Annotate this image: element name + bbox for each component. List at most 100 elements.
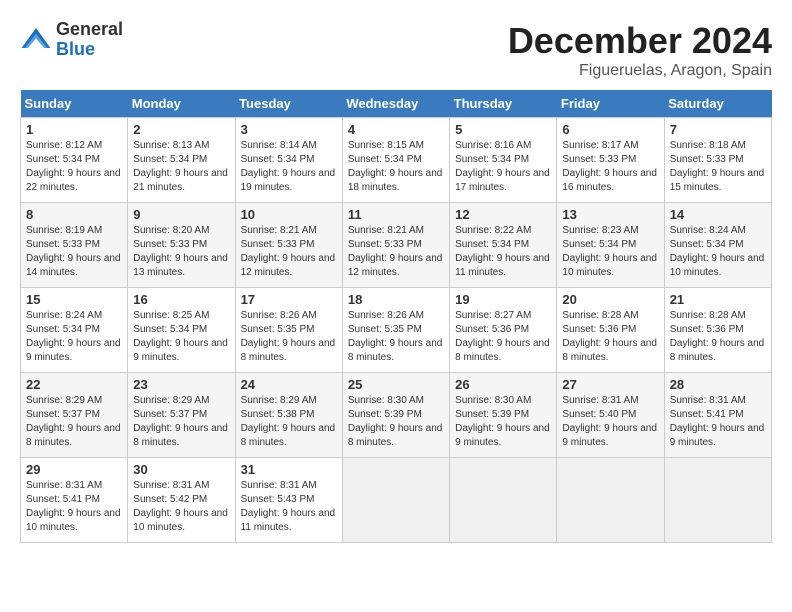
day-number: 24 bbox=[241, 377, 337, 392]
calendar-cell: 11 Sunrise: 8:21 AMSunset: 5:33 PMDayligh… bbox=[342, 203, 449, 288]
day-number: 5 bbox=[455, 122, 551, 137]
day-number: 11 bbox=[348, 207, 444, 222]
day-info: Sunrise: 8:23 AMSunset: 5:34 PMDaylight:… bbox=[562, 224, 658, 280]
day-number: 30 bbox=[133, 462, 229, 477]
day-info: Sunrise: 8:22 AMSunset: 5:34 PMDaylight:… bbox=[455, 224, 551, 280]
day-info: Sunrise: 8:31 AMSunset: 5:41 PMDaylight:… bbox=[670, 394, 766, 450]
day-info: Sunrise: 8:24 AMSunset: 5:34 PMDaylight:… bbox=[26, 309, 122, 365]
calendar-cell: 17Sunrise: 8:26 AMSunset: 5:35 PMDayligh… bbox=[235, 288, 342, 373]
day-number: 7 bbox=[670, 122, 766, 137]
calendar-cell bbox=[664, 458, 771, 543]
day-number: 1 bbox=[26, 122, 122, 137]
day-info: Sunrise: 8:13 AMSunset: 5:34 PMDaylight:… bbox=[133, 139, 229, 195]
day-info: Sunrise: 8:21 AMSunset: 5:33 PMDaylight:… bbox=[241, 224, 337, 280]
day-info: Sunrise: 8:31 AMSunset: 5:43 PMDaylight:… bbox=[241, 479, 337, 535]
day-number: 8 bbox=[26, 207, 122, 222]
header: General Blue December 2024 Figueruelas, … bbox=[20, 20, 772, 80]
day-info: Sunrise: 8:31 AMSunset: 5:42 PMDaylight:… bbox=[133, 479, 229, 535]
day-number: 15 bbox=[26, 292, 122, 307]
day-info: Sunrise: 8:15 AMSunset: 5:34 PMDaylight:… bbox=[348, 139, 444, 195]
calendar-cell: 24 Sunrise: 8:29 AMSunset: 5:38 PMDayligh… bbox=[235, 373, 342, 458]
day-info: Sunrise: 8:31 AMSunset: 5:41 PMDaylight:… bbox=[26, 479, 122, 535]
logo: General Blue bbox=[20, 20, 123, 60]
calendar-cell: 15 Sunrise: 8:24 AMSunset: 5:34 PMDayligh… bbox=[21, 288, 128, 373]
day-info: Sunrise: 8:28 AMSunset: 5:36 PMDaylight:… bbox=[562, 309, 658, 365]
day-number: 21 bbox=[670, 292, 766, 307]
calendar-cell: 14 Sunrise: 8:24 AMSunset: 5:34 PMDayligh… bbox=[664, 203, 771, 288]
calendar-cell: 22Sunrise: 8:29 AMSunset: 5:37 PMDayligh… bbox=[21, 373, 128, 458]
day-number: 25 bbox=[348, 377, 444, 392]
day-info: Sunrise: 8:28 AMSunset: 5:36 PMDaylight:… bbox=[670, 309, 766, 365]
day-info: Sunrise: 8:27 AMSunset: 5:36 PMDaylight:… bbox=[455, 309, 551, 365]
day-number: 6 bbox=[562, 122, 658, 137]
day-number: 27 bbox=[562, 377, 658, 392]
logo-blue-text: Blue bbox=[56, 40, 123, 60]
day-number: 9 bbox=[133, 207, 229, 222]
day-number: 26 bbox=[455, 377, 551, 392]
day-info: Sunrise: 8:14 AMSunset: 5:34 PMDaylight:… bbox=[241, 139, 337, 195]
day-header-wednesday: Wednesday bbox=[342, 90, 449, 118]
calendar-cell: 12 Sunrise: 8:22 AMSunset: 5:34 PMDayligh… bbox=[450, 203, 557, 288]
day-number: 14 bbox=[670, 207, 766, 222]
day-number: 20 bbox=[562, 292, 658, 307]
title-area: December 2024 Figueruelas, Aragon, Spain bbox=[508, 20, 772, 80]
calendar-cell: 27Sunrise: 8:31 AMSunset: 5:40 PMDayligh… bbox=[557, 373, 664, 458]
calendar-cell: 26 Sunrise: 8:30 AMSunset: 5:39 PMDayligh… bbox=[450, 373, 557, 458]
calendar-cell: 4 Sunrise: 8:15 AMSunset: 5:34 PMDaylight… bbox=[342, 118, 449, 203]
day-info: Sunrise: 8:24 AMSunset: 5:34 PMDaylight:… bbox=[670, 224, 766, 280]
day-header-tuesday: Tuesday bbox=[235, 90, 342, 118]
calendar-cell: 10Sunrise: 8:21 AMSunset: 5:33 PMDayligh… bbox=[235, 203, 342, 288]
calendar-cell bbox=[557, 458, 664, 543]
month-title: December 2024 bbox=[508, 20, 772, 62]
day-info: Sunrise: 8:19 AMSunset: 5:33 PMDaylight:… bbox=[26, 224, 122, 280]
calendar-cell: 20 Sunrise: 8:28 AMSunset: 5:36 PMDayligh… bbox=[557, 288, 664, 373]
calendar-cell: 1Sunrise: 8:12 AMSunset: 5:34 PMDaylight… bbox=[21, 118, 128, 203]
day-number: 18 bbox=[348, 292, 444, 307]
day-number: 19 bbox=[455, 292, 551, 307]
day-number: 13 bbox=[562, 207, 658, 222]
day-info: Sunrise: 8:17 AMSunset: 5:33 PMDaylight:… bbox=[562, 139, 658, 195]
calendar-cell bbox=[450, 458, 557, 543]
day-number: 16 bbox=[133, 292, 229, 307]
calendar-cell: 28 Sunrise: 8:31 AMSunset: 5:41 PMDayligh… bbox=[664, 373, 771, 458]
day-info: Sunrise: 8:29 AMSunset: 5:37 PMDaylight:… bbox=[133, 394, 229, 450]
day-number: 12 bbox=[455, 207, 551, 222]
calendar-cell: 23 Sunrise: 8:29 AMSunset: 5:37 PMDayligh… bbox=[128, 373, 235, 458]
calendar-cell: 18Sunrise: 8:26 AMSunset: 5:35 PMDayligh… bbox=[342, 288, 449, 373]
calendar-cell: 5 Sunrise: 8:16 AMSunset: 5:34 PMDaylight… bbox=[450, 118, 557, 203]
day-number: 28 bbox=[670, 377, 766, 392]
calendar-week-4: 22Sunrise: 8:29 AMSunset: 5:37 PMDayligh… bbox=[21, 373, 772, 458]
day-info: Sunrise: 8:30 AMSunset: 5:39 PMDaylight:… bbox=[455, 394, 551, 450]
day-number: 2 bbox=[133, 122, 229, 137]
calendar-cell bbox=[342, 458, 449, 543]
calendar-cell: 7 Sunrise: 8:18 AMSunset: 5:33 PMDaylight… bbox=[664, 118, 771, 203]
day-number: 23 bbox=[133, 377, 229, 392]
day-header-sunday: Sunday bbox=[21, 90, 128, 118]
calendar-cell: 3 Sunrise: 8:14 AMSunset: 5:34 PMDaylight… bbox=[235, 118, 342, 203]
day-info: Sunrise: 8:16 AMSunset: 5:34 PMDaylight:… bbox=[455, 139, 551, 195]
day-info: Sunrise: 8:30 AMSunset: 5:39 PMDaylight:… bbox=[348, 394, 444, 450]
day-header-friday: Friday bbox=[557, 90, 664, 118]
day-info: Sunrise: 8:29 AMSunset: 5:37 PMDaylight:… bbox=[26, 394, 122, 450]
calendar-cell: 29 Sunrise: 8:31 AMSunset: 5:41 PMDayligh… bbox=[21, 458, 128, 543]
day-info: Sunrise: 8:21 AMSunset: 5:33 PMDaylight:… bbox=[348, 224, 444, 280]
day-info: Sunrise: 8:29 AMSunset: 5:38 PMDaylight:… bbox=[241, 394, 337, 450]
calendar-cell: 8 Sunrise: 8:19 AMSunset: 5:33 PMDaylight… bbox=[21, 203, 128, 288]
calendar-cell: 30 Sunrise: 8:31 AMSunset: 5:42 PMDayligh… bbox=[128, 458, 235, 543]
day-header-monday: Monday bbox=[128, 90, 235, 118]
calendar-week-5: 29 Sunrise: 8:31 AMSunset: 5:41 PMDayligh… bbox=[21, 458, 772, 543]
day-info: Sunrise: 8:18 AMSunset: 5:33 PMDaylight:… bbox=[670, 139, 766, 195]
calendar-week-2: 8 Sunrise: 8:19 AMSunset: 5:33 PMDaylight… bbox=[21, 203, 772, 288]
day-info: Sunrise: 8:25 AMSunset: 5:34 PMDaylight:… bbox=[133, 309, 229, 365]
day-number: 17 bbox=[241, 292, 337, 307]
calendar-cell: 13 Sunrise: 8:23 AMSunset: 5:34 PMDayligh… bbox=[557, 203, 664, 288]
day-number: 29 bbox=[26, 462, 122, 477]
day-number: 31 bbox=[241, 462, 337, 477]
day-number: 4 bbox=[348, 122, 444, 137]
day-header-thursday: Thursday bbox=[450, 90, 557, 118]
logo-icon bbox=[20, 24, 52, 56]
location-title: Figueruelas, Aragon, Spain bbox=[508, 62, 772, 80]
calendar-cell: 21 Sunrise: 8:28 AMSunset: 5:36 PMDayligh… bbox=[664, 288, 771, 373]
day-info: Sunrise: 8:20 AMSunset: 5:33 PMDaylight:… bbox=[133, 224, 229, 280]
day-number: 3 bbox=[241, 122, 337, 137]
